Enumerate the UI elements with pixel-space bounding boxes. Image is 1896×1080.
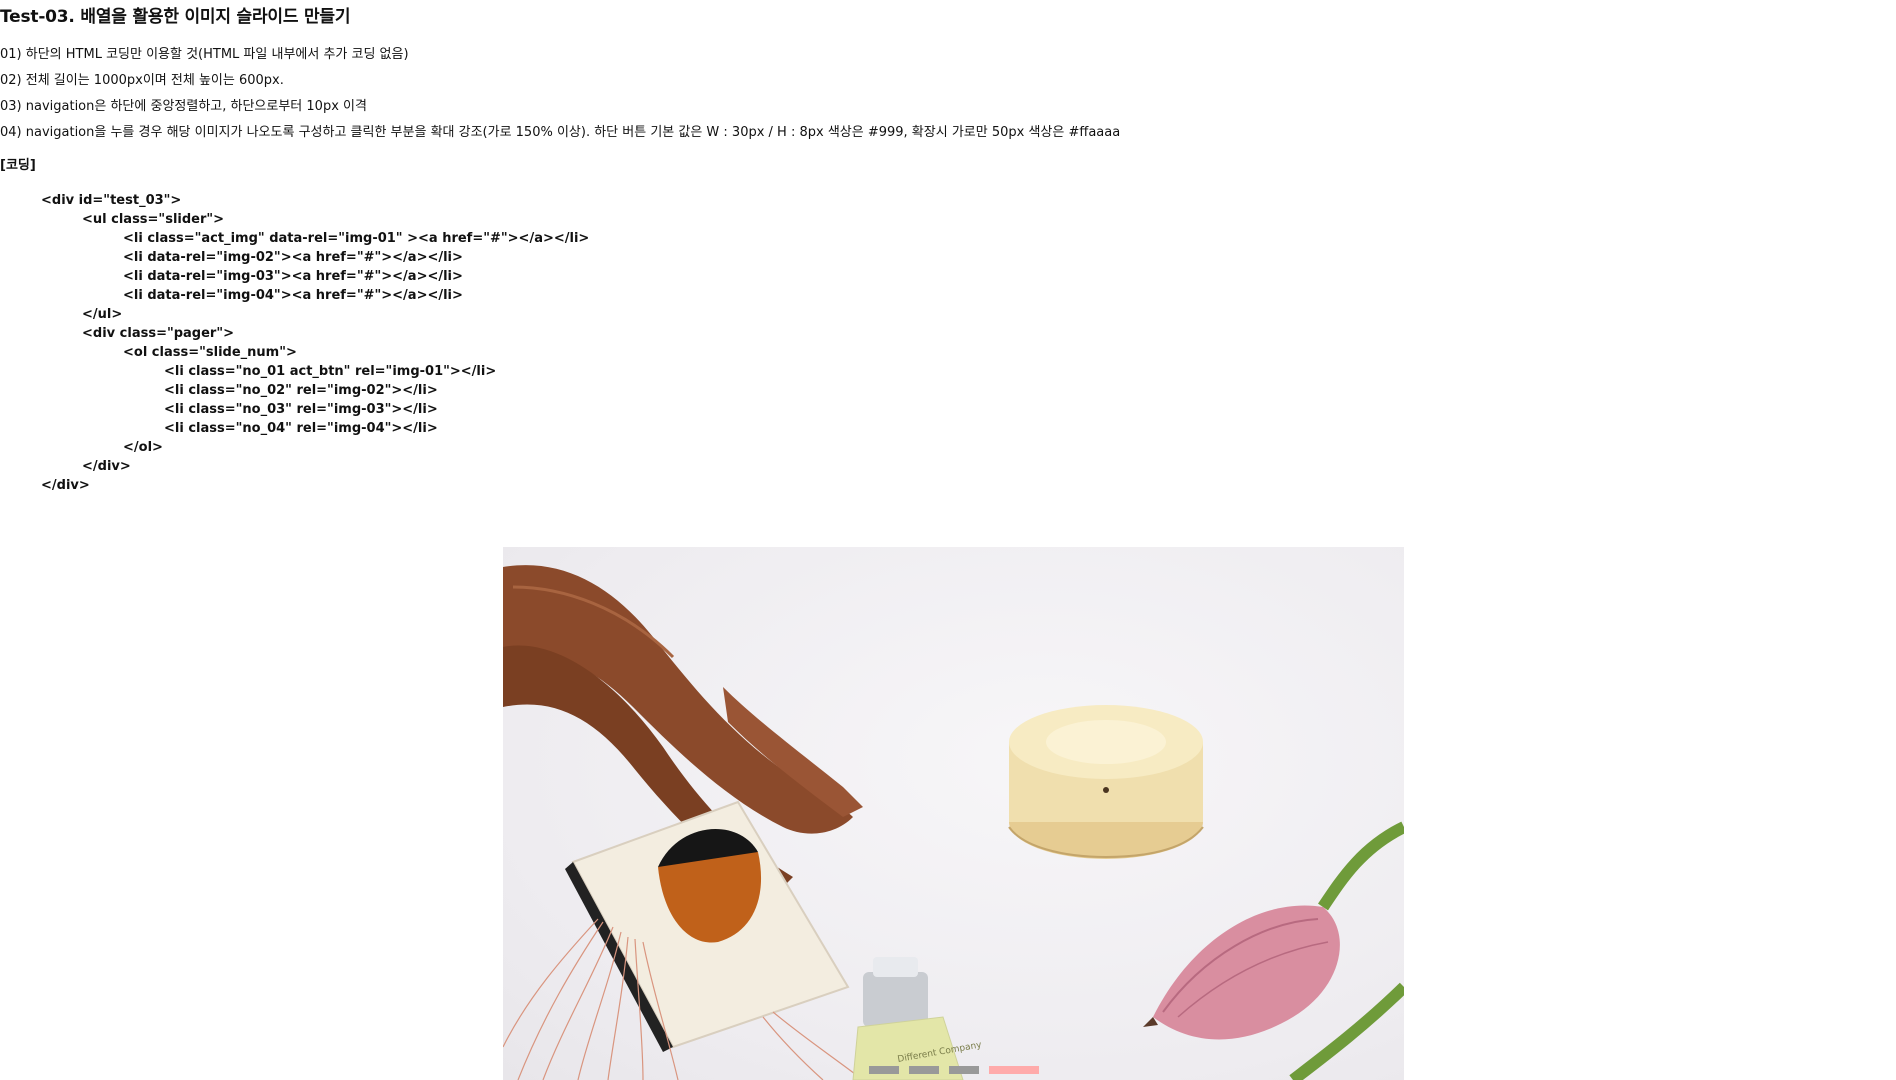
code-line: <li data-rel="img-03"><a href="#"></a></… (123, 269, 463, 284)
code-line: <li data-rel="img-02"><a href="#"></a></… (123, 250, 463, 265)
pager-button-4[interactable] (988, 1066, 1039, 1074)
code-line: <div class="pager"> (82, 326, 235, 341)
pager-button-1[interactable] (868, 1066, 899, 1074)
code-line: <li class="act_img" data-rel="img-01" ><… (123, 231, 590, 246)
slide-pager (503, 1066, 1404, 1074)
image-slider[interactable]: Different Company (503, 547, 1404, 1080)
code-line: <li class="no_04" rel="img-04"></li> (164, 421, 438, 436)
page: Test-03. 배열을 활용한 이미지 슬라이드 만들기 01) 하단의 HT… (0, 0, 1896, 1080)
perfume-bottle (565, 800, 850, 1052)
code-line: <li data-rel="img-04"><a href="#"></a></… (123, 288, 463, 303)
small-perfume-bottle: Different Company (852, 957, 983, 1080)
code-line: </ol> (123, 440, 163, 455)
requirement-item: 03) navigation은 하단에 중앙정렬하고, 하단으로부터 10px … (0, 99, 367, 114)
lotus-bud (1143, 821, 1404, 1080)
code-line: <div id="test_03"> (41, 193, 182, 208)
pager-button-3[interactable] (948, 1066, 979, 1074)
requirement-item: 04) navigation을 누를 경우 해당 이미지가 나오도록 구성하고 … (0, 125, 1121, 140)
code-line: <ol class="slide_num"> (123, 345, 297, 360)
requirement-item: 02) 전체 길이는 1000px이며 전체 높이는 600px. (0, 73, 284, 88)
pager-button-2[interactable] (908, 1066, 939, 1074)
code-line: <li class="no_01 act_btn" rel="img-01"><… (164, 364, 497, 379)
slide-image[interactable]: Different Company (503, 547, 1404, 1080)
requirements-list: 01) 하단의 HTML 코딩만 이용할 것(HTML 파일 내부에서 추가 코… (0, 42, 1120, 146)
code-line: <li class="no_03" rel="img-03"></li> (164, 402, 438, 417)
code-line: </div> (41, 478, 90, 493)
page-title: Test-03. 배열을 활용한 이미지 슬라이드 만들기 (0, 7, 351, 27)
requirement-item: 01) 하단의 HTML 코딩만 이용할 것(HTML 파일 내부에서 추가 코… (0, 47, 409, 62)
code-line: <li class="no_02" rel="img-02"></li> (164, 383, 438, 398)
code-line: </ul> (82, 307, 123, 322)
candle (1008, 705, 1204, 859)
code-line: <ul class="slider"> (82, 212, 225, 227)
code-line: </div> (82, 459, 131, 474)
coding-label: [코딩] (0, 158, 36, 173)
code-block: <div id="test_03"> <ul class="slider"> <… (41, 191, 589, 495)
